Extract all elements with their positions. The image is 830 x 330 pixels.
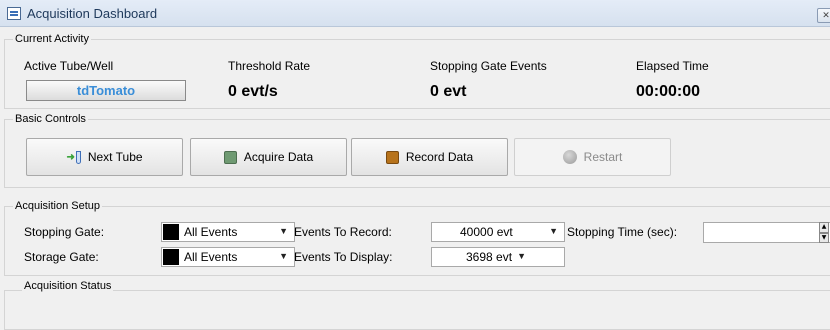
title-bar: Acquisition Dashboard ✕ [0,0,830,27]
restart-icon [562,150,577,164]
storage-gate-value: All Events [184,250,238,264]
active-tube-value: tdTomato [26,80,186,101]
acquire-data-button[interactable]: Acquire Data [190,138,347,176]
acquire-data-label: Acquire Data [243,150,314,164]
active-tube-label: Active Tube/Well [24,59,114,73]
acquire-icon [223,150,237,164]
events-to-display-label: Events To Display: [294,250,393,264]
restart-button[interactable]: Restart [514,138,671,176]
stopping-time-input[interactable]: 0 [703,222,830,243]
basic-controls-legend: Basic Controls [13,113,88,125]
record-data-label: Record Data [405,150,474,164]
stopping-gate-select[interactable]: All Events ▼ [161,222,295,242]
storage-gate-select[interactable]: All Events ▼ [161,247,295,267]
threshold-rate-label: Threshold Rate [228,59,311,73]
stepper-up-icon[interactable]: ▲ [819,222,829,233]
stopping-gate-label: Stopping Gate: [24,225,105,239]
next-tube-button[interactable]: ➜ Next Tube [26,138,183,176]
chevron-down-icon: ▼ [279,251,288,261]
window-title: Acquisition Dashboard [27,6,158,21]
threshold-rate-value: 0 evt/s [228,83,278,100]
close-button[interactable]: ✕ [817,8,830,23]
stopping-gate-color-swatch [163,224,179,240]
storage-gate-color-swatch [163,249,179,265]
restart-label: Restart [583,150,623,164]
acquisition-status-legend: Acquisition Status [22,280,114,292]
events-to-display-value: 3698 evt [466,250,513,264]
events-to-record-label: Events To Record: [294,225,392,239]
acquisition-setup-legend: Acquisition Setup [13,200,102,212]
stopping-gate-events-value: 0 evt [430,83,467,100]
events-to-record-value: 40000 evt [460,225,513,239]
next-tube-icon: ➜ [66,150,81,164]
chevron-down-icon: ▼ [517,251,526,261]
record-icon [385,150,399,164]
current-activity-legend: Current Activity [13,33,91,45]
acquisition-status-group [4,290,830,330]
storage-gate-label: Storage Gate: [24,250,99,264]
stopping-gate-events-label: Stopping Gate Events [430,59,547,73]
record-data-button[interactable]: Record Data [351,138,508,176]
stopping-gate-value: All Events [184,225,238,239]
chevron-down-icon: ▼ [279,226,288,236]
stopping-time-stepper[interactable]: ▲ ▼ [819,222,829,243]
elapsed-time-value: 00:00:00 [636,83,701,100]
stopping-time-label: Stopping Time (sec): [567,225,678,239]
events-to-display-select[interactable]: 3698 evt ▼ [431,247,565,267]
app-icon [7,7,21,20]
stepper-down-icon[interactable]: ▼ [819,232,829,243]
events-to-record-select[interactable]: 40000 evt ▼ [431,222,565,242]
chevron-down-icon: ▼ [549,226,558,236]
elapsed-time-label: Elapsed Time [636,59,709,73]
next-tube-label: Next Tube [87,150,143,164]
